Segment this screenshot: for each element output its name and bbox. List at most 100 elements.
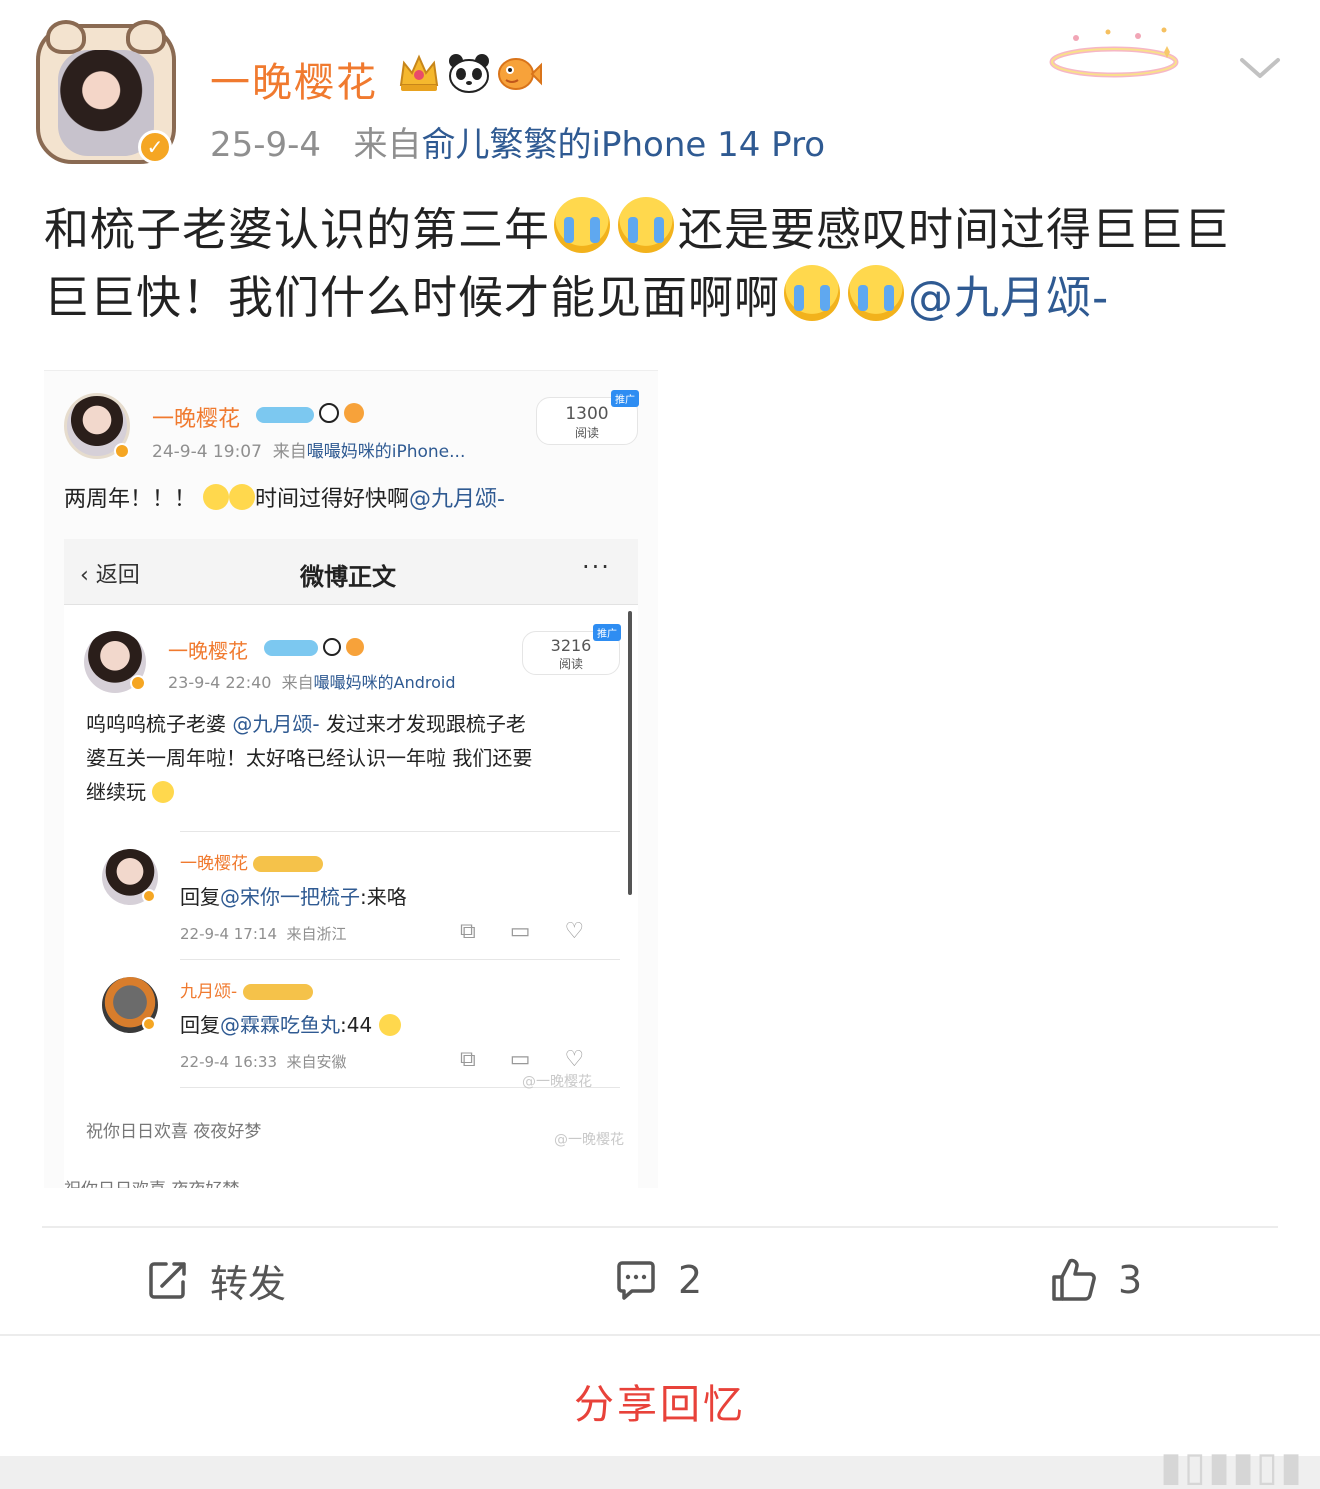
divider xyxy=(0,1334,1320,1336)
reply-mention: @霖霖吃鱼丸 xyxy=(220,1013,340,1037)
repost-icon: ⧉ xyxy=(460,1047,476,1072)
nested-source: 嘬嘬妈咪的Android xyxy=(313,673,456,692)
comment-actions: ⧉ ▭ ♡ xyxy=(460,1047,584,1072)
comment-meta: 22-9-4 17:14 来自浙江 xyxy=(180,923,347,944)
comment-button[interactable]: 2 xyxy=(614,1250,702,1310)
nested-title: 微博正文 xyxy=(300,563,396,591)
repost-icon xyxy=(149,1262,186,1299)
source-prefix: 来自 xyxy=(272,442,307,462)
crying-emoji-icon xyxy=(203,484,230,510)
embedded-text: 两周年！！！ xyxy=(64,487,197,512)
nested-footer-text: 祝你日日欢喜 夜夜好梦 xyxy=(86,1122,262,1142)
post-source-link[interactable]: 俞儿繁繁的iPhone 14 Pro xyxy=(422,125,826,165)
nested-user-name: 一晚樱花 xyxy=(168,639,248,663)
repost-icon: ⧉ xyxy=(460,919,476,944)
divider xyxy=(180,959,620,960)
embedded-mention: @九月颂- xyxy=(409,487,505,512)
sunglasses-emoji-icon xyxy=(378,1014,401,1036)
pufferfish-icon[interactable] xyxy=(496,50,542,96)
crying-emoji-icon xyxy=(554,197,611,253)
comment-count: 2 xyxy=(678,1258,703,1302)
mention-link[interactable]: @九月颂- xyxy=(908,271,1109,324)
nested-text: 发过来才发现跟梳子老 xyxy=(325,712,526,736)
reply-text: :44 xyxy=(340,1013,373,1037)
like-count: 3 xyxy=(1118,1258,1143,1302)
comment-location: 来自浙江 xyxy=(286,925,347,943)
comment-text: 回复@霖霖吃鱼丸:44 xyxy=(180,1009,401,1038)
reply-text: :来咯 xyxy=(360,885,407,909)
comment-user-name: 一晚樱花 xyxy=(180,849,324,874)
back-button: ‹ 返回 xyxy=(80,563,140,588)
user-avatar[interactable]: ✓ xyxy=(36,20,176,164)
repost-label: 转发 xyxy=(210,1261,287,1306)
verified-badge-icon xyxy=(142,1017,156,1031)
post-text: 和梳子老婆认识的第三年 还是要感叹时间过得巨巨巨 巨巨快！我们什么时候才能见面啊啊… xyxy=(44,196,1284,332)
embedded-user-name: 一晚樱花 xyxy=(152,407,241,432)
divider xyxy=(42,1226,1278,1228)
post-meta: 25-9-4 来自俞儿繁繁的iPhone 14 Pro xyxy=(210,117,825,166)
promo-tag: 推广 xyxy=(611,390,639,407)
panda-icon[interactable] xyxy=(446,50,492,96)
embedded-time: 24-9-4 19:07 xyxy=(152,442,262,462)
emoji-icon xyxy=(152,781,175,803)
nested-navbar: ‹ 返回 微博正文 ··· xyxy=(64,539,638,605)
more-icon: ··· xyxy=(582,553,611,581)
embedded-source: 嘬嘬妈咪的iPhone... xyxy=(306,442,466,462)
read-count-box: 3216 阅读 推广 xyxy=(522,624,621,675)
read-count: 1300 xyxy=(565,404,609,424)
decoration-card-icon[interactable] xyxy=(1046,22,1182,84)
comment-meta: 22-9-4 16:33 来自安徽 xyxy=(180,1051,347,1072)
nested-screenshot: ‹ 返回 微博正文 ··· 一晚樱花 23-9-4 22:40 来自嘬嘬妈咪的A… xyxy=(64,539,638,1188)
embedded-text: 时间过得好快啊 xyxy=(255,487,410,512)
scrollbar xyxy=(628,611,632,895)
nested-badges xyxy=(264,637,365,656)
read-label: 阅读 xyxy=(574,426,599,440)
nested-post-text: 呜呜呜梳子老婆 @九月颂- 发过来才发现跟梳子老 婆互关一周年啦！太好咯已经认识… xyxy=(86,707,532,809)
verified-badge-icon: ✓ xyxy=(138,130,172,164)
comment-name: 九月颂- xyxy=(180,982,238,1002)
bottom-band xyxy=(0,1456,1320,1489)
crying-emoji-icon xyxy=(229,484,256,510)
share-memory-button[interactable]: 分享回忆 xyxy=(0,1372,1320,1430)
comment-location: 来自安徽 xyxy=(286,1053,347,1071)
like-icon: ♡ xyxy=(564,919,585,944)
like-button[interactable]: 3 xyxy=(1050,1250,1142,1310)
post-date: 25-9-4 xyxy=(210,125,322,165)
crown-icon[interactable] xyxy=(396,50,442,96)
comment-icon xyxy=(617,1261,655,1300)
verified-badge-icon xyxy=(130,675,146,691)
embedded-footer-text: 祝你日日欢喜 夜夜好梦 xyxy=(64,1175,239,1188)
crying-emoji-icon xyxy=(618,197,675,253)
user-badges xyxy=(396,50,542,96)
nested-meta: 23-9-4 22:40 来自嘬嘬妈咪的Android xyxy=(168,669,456,693)
reply-prefix: 回复 xyxy=(180,1013,220,1037)
comment-user-name: 九月颂- xyxy=(180,977,313,1002)
reply-prefix: 回复 xyxy=(180,885,220,909)
crying-emoji-icon xyxy=(784,265,841,321)
user-name[interactable]: 一晚樱花 xyxy=(210,50,378,108)
verified-badge-icon xyxy=(142,889,156,903)
comment-text: 回复@宋你一把梳子:来咯 xyxy=(180,881,407,910)
like-icon: ♡ xyxy=(564,1047,585,1072)
post-text-segment: 还是要感叹时间过得巨巨巨 xyxy=(678,203,1231,256)
post-text-segment: 和梳子老婆认识的第三年 xyxy=(44,203,551,256)
promo-tag: 推广 xyxy=(593,624,621,641)
nested-mention: @九月颂- xyxy=(232,712,320,736)
comment-actions: ⧉ ▭ ♡ xyxy=(460,919,584,944)
back-label: 返回 xyxy=(95,563,140,588)
crying-emoji-icon xyxy=(848,265,905,321)
watermark: @一晚樱花 xyxy=(554,1132,624,1148)
repost-button[interactable]: 转发 xyxy=(146,1250,286,1310)
comment-icon: ▭ xyxy=(509,1047,531,1072)
nested-time: 23-9-4 22:40 xyxy=(168,673,272,692)
nested-text: 婆互关一周年啦！太好咯已经认识一年啦 我们还要 xyxy=(86,746,533,770)
chevron-down-icon[interactable] xyxy=(1236,50,1284,86)
post-text-segment: 巨巨快！我们什么时候才能见面啊啊 xyxy=(44,271,781,324)
nested-text: 呜呜呜梳子老婆 xyxy=(86,712,226,736)
post-image[interactable]: 一晚樱花 24-9-4 19:07 来自嘬嘬妈咪的iPhone... 1300 … xyxy=(44,370,658,1188)
reply-mention: @宋你一把梳子 xyxy=(220,885,360,909)
nested-text: 继续玩 xyxy=(86,780,146,804)
embedded-post-text: 两周年！！！ 时间过得好快啊@九月颂- xyxy=(64,481,505,513)
comment-name: 一晚樱花 xyxy=(180,854,248,874)
watermark: @一晚樱花 xyxy=(522,1074,592,1090)
